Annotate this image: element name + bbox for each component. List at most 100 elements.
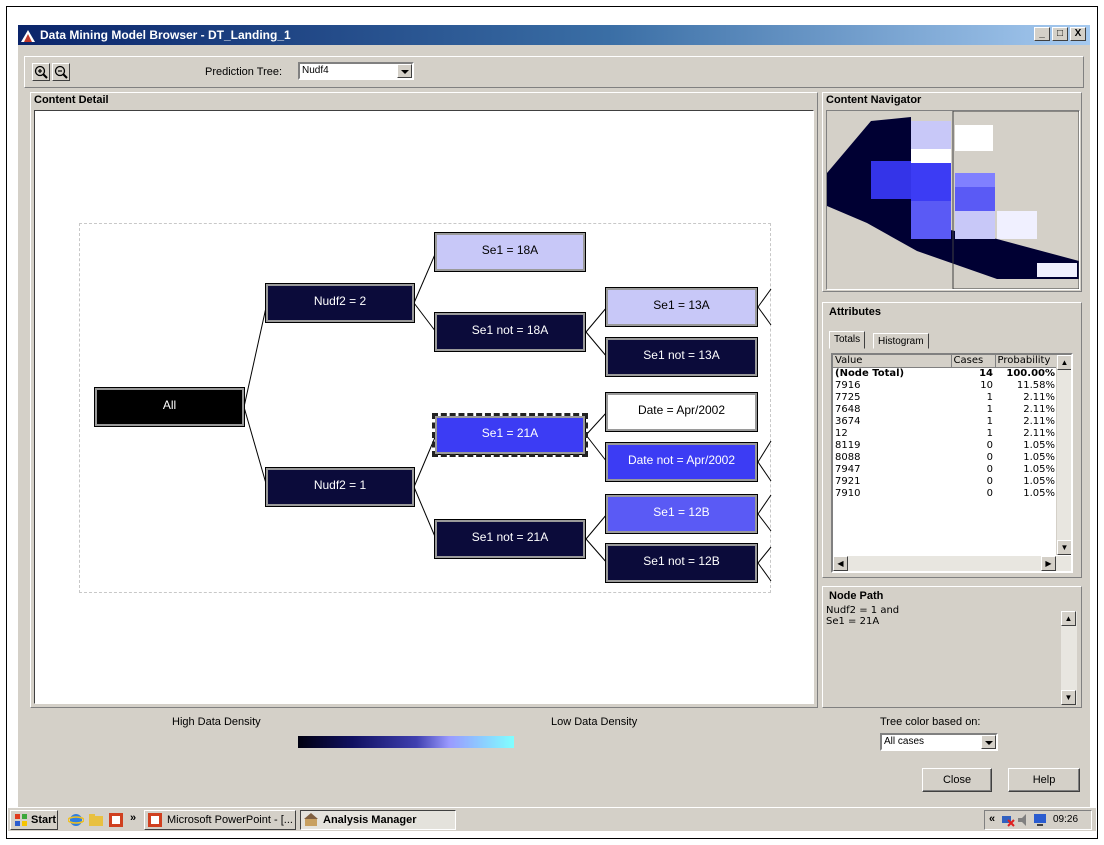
prediction-tree-select[interactable]: Nudf4 <box>298 62 414 80</box>
table-row[interactable]: 12 1 2.11% <box>833 428 1057 440</box>
tree-node-se1-13a[interactable]: Se1 = 13A <box>605 287 758 327</box>
cell-probability: 1.05% <box>1023 452 1055 463</box>
table-row[interactable]: 7947 0 1.05% <box>833 464 1057 476</box>
tree-node-se1-18a[interactable]: Se1 = 18A <box>434 232 586 272</box>
navigator-minimap <box>827 110 1080 290</box>
content-detail-title: Content Detail <box>34 94 109 106</box>
scroll-down-icon[interactable]: ▼ <box>1061 690 1076 705</box>
cell-cases: 0 <box>986 464 993 475</box>
tree-node-se1-not-21a[interactable]: Se1 not = 21A <box>434 519 586 559</box>
tab-totals[interactable]: Totals <box>829 331 866 349</box>
volume-icon[interactable] <box>1017 813 1031 827</box>
zoom-in-icon <box>34 65 48 79</box>
cell-value: 7648 <box>835 404 861 415</box>
node-path-line-2: Se1 = 21A <box>826 616 880 627</box>
tree-node-date-not-apr2002[interactable]: Date not = Apr/2002 <box>605 442 758 482</box>
tree-canvas[interactable]: All Nudf2 = 2 Nudf2 = 1 Se1 = 18A Se1 no… <box>34 110 814 704</box>
attributes-title: Attributes <box>829 306 881 318</box>
taskbar-item-analysis-manager[interactable]: Analysis Manager <box>300 810 456 830</box>
tree-color-value: All cases <box>884 736 925 747</box>
zoom-in-button[interactable] <box>32 63 50 81</box>
column-header-probability[interactable]: Probability <box>995 355 1058 368</box>
powerpoint-icon <box>148 813 162 827</box>
content-detail-panel: Content Detail All Nudf2 = 2 Nudf2 = 1 S… <box>30 92 818 708</box>
taskbar-item-powerpoint[interactable]: Microsoft PowerPoint - [... <box>144 810 296 830</box>
attributes-vertical-scrollbar[interactable]: ▲ ▼ <box>1056 355 1071 555</box>
table-row[interactable]: 7910 0 1.05% <box>833 488 1057 500</box>
table-row[interactable]: 7725 1 2.11% <box>833 392 1057 404</box>
cell-cases: 0 <box>986 452 993 463</box>
table-row[interactable]: (Node Total) 14 100.00% <box>833 368 1057 381</box>
node-path-panel: Node Path Nudf2 = 1 and Se1 = 21A ▲ ▼ <box>822 586 1082 708</box>
attributes-table: Value Cases Probability (Node Total) 14 10… <box>833 355 1058 500</box>
zoom-out-icon <box>54 65 68 79</box>
window-title: Data Mining Model Browser - DT_Landing_1 <box>40 28 291 42</box>
window-titlebar: Data Mining Model Browser - DT_Landing_1… <box>18 25 1090 45</box>
scroll-up-icon[interactable]: ▲ <box>1057 355 1071 370</box>
content-navigator-title: Content Navigator <box>826 94 922 106</box>
scroll-down-icon[interactable]: ▼ <box>1057 540 1071 555</box>
cell-cases: 1 <box>986 404 993 415</box>
maximize-button[interactable]: □ <box>1052 27 1068 41</box>
chevron-down-icon[interactable] <box>397 64 412 78</box>
start-label: Start <box>31 814 57 826</box>
tab-histogram[interactable]: Histogram <box>873 333 929 349</box>
node-path-line-1: Nudf2 = 1 and <box>826 605 900 616</box>
tree-node-se1-not-13a[interactable]: Se1 not = 13A <box>605 337 758 377</box>
quick-launch-overflow[interactable]: » <box>130 812 136 824</box>
tree-node-nudf2-1[interactable]: Nudf2 = 1 <box>265 467 415 507</box>
tree-node-se1-12b[interactable]: Se1 = 12B <box>605 494 758 534</box>
powerpoint-icon[interactable] <box>108 812 124 828</box>
help-button[interactable]: Help <box>1008 768 1080 792</box>
cell-cases: 1 <box>986 428 993 439</box>
monitor-icon[interactable] <box>1033 813 1047 827</box>
table-row[interactable]: 7921 0 1.05% <box>833 476 1057 488</box>
table-row[interactable]: 3674 1 2.11% <box>833 416 1057 428</box>
cell-value: 7910 <box>835 488 861 499</box>
tree-node-se1-not-18a[interactable]: Se1 not = 18A <box>434 312 586 352</box>
node-path-text: Nudf2 = 1 and Se1 = 21A <box>826 605 1080 705</box>
internet-explorer-icon[interactable] <box>68 812 84 828</box>
table-row[interactable]: 7648 1 2.11% <box>833 404 1057 416</box>
tree-color-select[interactable]: All cases <box>880 733 998 751</box>
node-path-scrollbar[interactable]: ▲ ▼ <box>1061 611 1077 705</box>
tree-node-se1-21a[interactable]: Se1 = 21A <box>432 413 588 457</box>
column-header-value[interactable]: Value <box>833 355 952 368</box>
table-row[interactable]: 8088 0 1.05% <box>833 452 1057 464</box>
cell-value: 12 <box>835 428 848 439</box>
tree-node-date-apr2002[interactable]: Date = Apr/2002 <box>605 392 758 432</box>
attributes-horizontal-scrollbar[interactable]: ◀ ▶ <box>833 556 1071 571</box>
tray-overflow-button[interactable]: « <box>989 813 995 825</box>
cell-value: 8088 <box>835 452 861 463</box>
scroll-left-icon[interactable]: ◀ <box>833 556 848 571</box>
cell-probability: 1.05% <box>1023 476 1055 487</box>
cell-probability: 1.05% <box>1023 464 1055 475</box>
table-row[interactable]: 7916 10 11.58% <box>833 380 1057 392</box>
tree-node-all[interactable]: All <box>94 387 245 427</box>
column-header-cases[interactable]: Cases <box>951 355 996 368</box>
navigator-canvas[interactable] <box>826 110 1080 290</box>
close-window-button[interactable]: X <box>1070 27 1086 41</box>
tree-node-nudf2-2[interactable]: Nudf2 = 2 <box>265 283 415 323</box>
taskbar-item-label: Analysis Manager <box>323 814 417 826</box>
network-error-icon[interactable] <box>1001 813 1015 827</box>
tree-color-label: Tree color based on: <box>880 716 981 728</box>
table-row[interactable]: 8119 0 1.05% <box>833 440 1057 452</box>
cell-probability: 1.05% <box>1023 488 1055 499</box>
cell-probability: 2.11% <box>1023 392 1055 403</box>
chevron-down-icon[interactable] <box>981 735 996 749</box>
folder-icon[interactable] <box>88 812 104 828</box>
cell-probability: 100.00% <box>1006 368 1055 379</box>
system-tray: « 09:26 <box>984 810 1092 830</box>
close-button[interactable]: Close <box>922 768 992 792</box>
scroll-up-icon[interactable]: ▲ <box>1061 611 1076 626</box>
zoom-out-button[interactable] <box>52 63 70 81</box>
analysis-manager-icon <box>304 813 318 826</box>
minimize-button[interactable]: _ <box>1034 27 1050 41</box>
scroll-right-icon[interactable]: ▶ <box>1041 556 1056 571</box>
taskbar-item-label: Microsoft PowerPoint - [... <box>167 814 293 826</box>
start-button[interactable]: Start <box>10 810 58 830</box>
cell-value: 3674 <box>835 416 861 427</box>
cell-probability: 1.05% <box>1023 440 1055 451</box>
tree-node-se1-not-12b[interactable]: Se1 not = 12B <box>605 543 758 583</box>
